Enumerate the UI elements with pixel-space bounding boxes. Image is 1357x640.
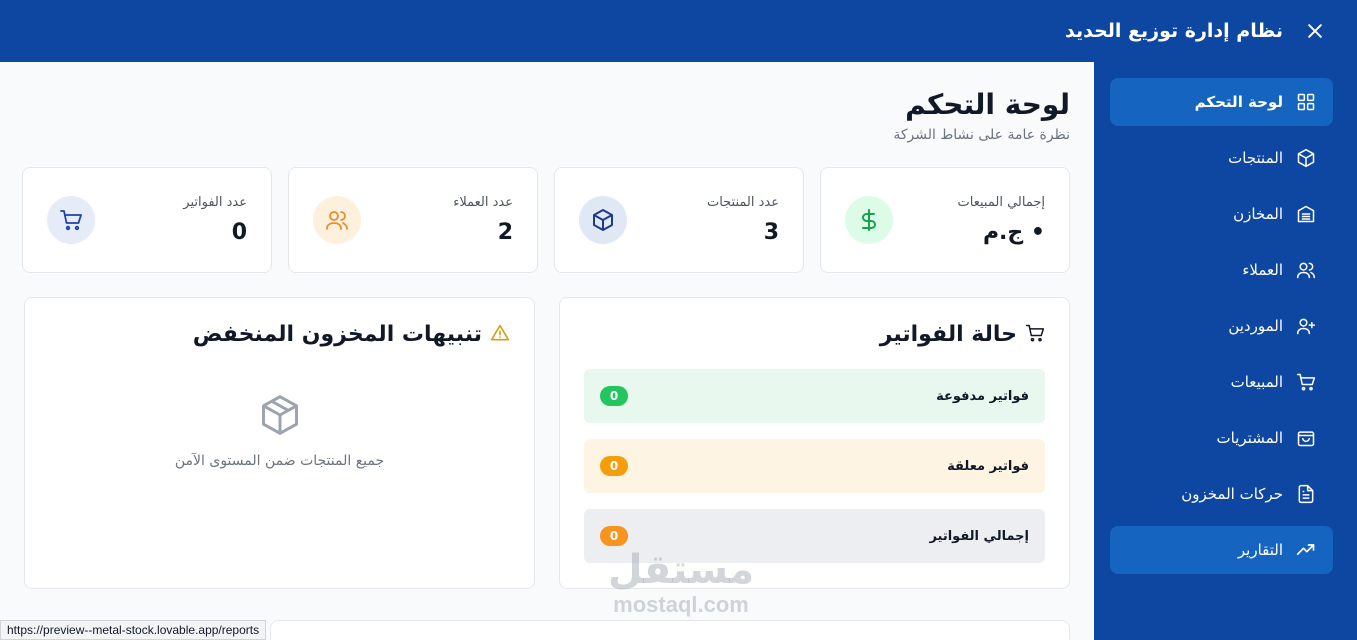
sidebar-item-purchases[interactable]: المشتريات (1110, 414, 1333, 462)
sidebar: لوحة التحكم المنتجات المخازن العملاء الم… (1094, 62, 1357, 640)
app-header: نظام إدارة توزيع الحديد (0, 0, 1357, 62)
dollar-icon (845, 196, 893, 244)
stats-row: إجمالي المبيعات • ج.م عدد المنتجات 3 عدد… (22, 167, 1070, 273)
sidebar-item-dashboard[interactable]: لوحة التحكم (1110, 78, 1333, 126)
warehouse-icon (1295, 203, 1317, 225)
count-badge: 0 (600, 386, 628, 406)
invoice-row-total: إجمالي الفواتير 0 (584, 509, 1045, 563)
invoice-row-label: إجمالي الفواتير (929, 528, 1029, 544)
invoice-row-paid: فواتير مدفوعة 0 (584, 369, 1045, 423)
app-title: نظام إدارة توزيع الحديد (1065, 20, 1283, 42)
sidebar-item-label: لوحة التحكم (1194, 93, 1283, 111)
stat-value: 0 (231, 220, 247, 245)
sidebar-item-label: التقارير (1237, 541, 1283, 559)
invoice-status-panel: حالة الفواتير فواتير مدفوعة 0 فواتير معل… (559, 297, 1070, 589)
invoice-row-pending: فواتير معلقة 0 (584, 439, 1045, 493)
sidebar-item-label: الموردين (1228, 317, 1283, 335)
users-icon (313, 196, 361, 244)
main-content: لوحة التحكم نظرة عامة على نشاط الشركة إج… (0, 62, 1094, 640)
stat-value: • ج.م (982, 220, 1045, 245)
sidebar-item-suppliers[interactable]: الموردين (1110, 302, 1333, 350)
page-subtitle: نظرة عامة على نشاط الشركة (893, 127, 1070, 143)
stat-label: إجمالي المبيعات (957, 195, 1045, 210)
sidebar-item-label: العملاء (1242, 261, 1283, 279)
sidebar-item-sales[interactable]: المبيعات (1110, 358, 1333, 406)
dashboard-grid-icon (1295, 91, 1317, 113)
sidebar-item-label: المشتريات (1216, 429, 1283, 447)
stat-value: 2 (497, 220, 513, 245)
panel-title: حالة الفواتير (879, 322, 1017, 347)
package-icon (579, 196, 627, 244)
trending-up-icon (1295, 539, 1317, 561)
sidebar-item-label: المخازن (1233, 205, 1283, 223)
count-badge: 0 (600, 526, 628, 546)
close-icon (1308, 24, 1322, 38)
warning-icon (490, 323, 510, 347)
count-badge: 0 (600, 456, 628, 476)
invoice-row-label: فواتير معلقة (947, 458, 1029, 474)
panel-title: تنبيهات المخزون المنخفض (192, 322, 482, 347)
package-icon (258, 393, 302, 441)
cart-icon (47, 196, 95, 244)
stat-label: عدد المنتجات (706, 195, 779, 210)
shopping-bag-icon (1295, 427, 1317, 449)
sidebar-item-products[interactable]: المنتجات (1110, 134, 1333, 182)
package-icon (1295, 147, 1317, 169)
sidebar-item-label: المنتجات (1228, 149, 1283, 167)
panels-row: حالة الفواتير فواتير مدفوعة 0 فواتير معل… (22, 297, 1070, 589)
sidebar-item-customers[interactable]: العملاء (1110, 246, 1333, 294)
empty-state-text: جميع المنتجات ضمن المستوى الآمن (174, 453, 385, 469)
user-plus-icon (1295, 315, 1317, 337)
sidebar-item-label: المبيعات (1230, 373, 1283, 391)
stat-label: عدد الفواتير (183, 195, 247, 210)
sidebar-item-label: حركات المخزون (1181, 485, 1283, 503)
stat-value: 3 (763, 220, 779, 245)
users-icon (1295, 259, 1317, 281)
sidebar-item-reports[interactable]: التقارير (1110, 526, 1333, 574)
stat-card-total-sales: إجمالي المبيعات • ج.م (820, 167, 1070, 273)
stat-card-invoices-count: عدد الفواتير 0 (22, 167, 272, 273)
page-title: لوحة التحكم (905, 88, 1070, 121)
stat-card-customers-count: عدد العملاء 2 (288, 167, 538, 273)
stat-label: عدد العملاء (453, 195, 513, 210)
stat-card-products-count: عدد المنتجات 3 (554, 167, 804, 273)
invoice-row-label: فواتير مدفوعة (936, 388, 1029, 404)
cart-icon (1295, 371, 1317, 393)
file-text-icon (1295, 483, 1317, 505)
close-button[interactable] (1303, 19, 1327, 43)
sidebar-item-warehouses[interactable]: المخازن (1110, 190, 1333, 238)
bottom-card (270, 620, 1070, 640)
status-bar-url: https://preview--metal-stock.lovable.app… (0, 620, 267, 640)
empty-state: جميع المنتجات ضمن المستوى الآمن (49, 393, 510, 469)
cart-icon (1025, 323, 1045, 347)
low-stock-panel: تنبيهات المخزون المنخفض جميع المنتجات ضم… (24, 297, 535, 589)
sidebar-item-stock-movements[interactable]: حركات المخزون (1110, 470, 1333, 518)
